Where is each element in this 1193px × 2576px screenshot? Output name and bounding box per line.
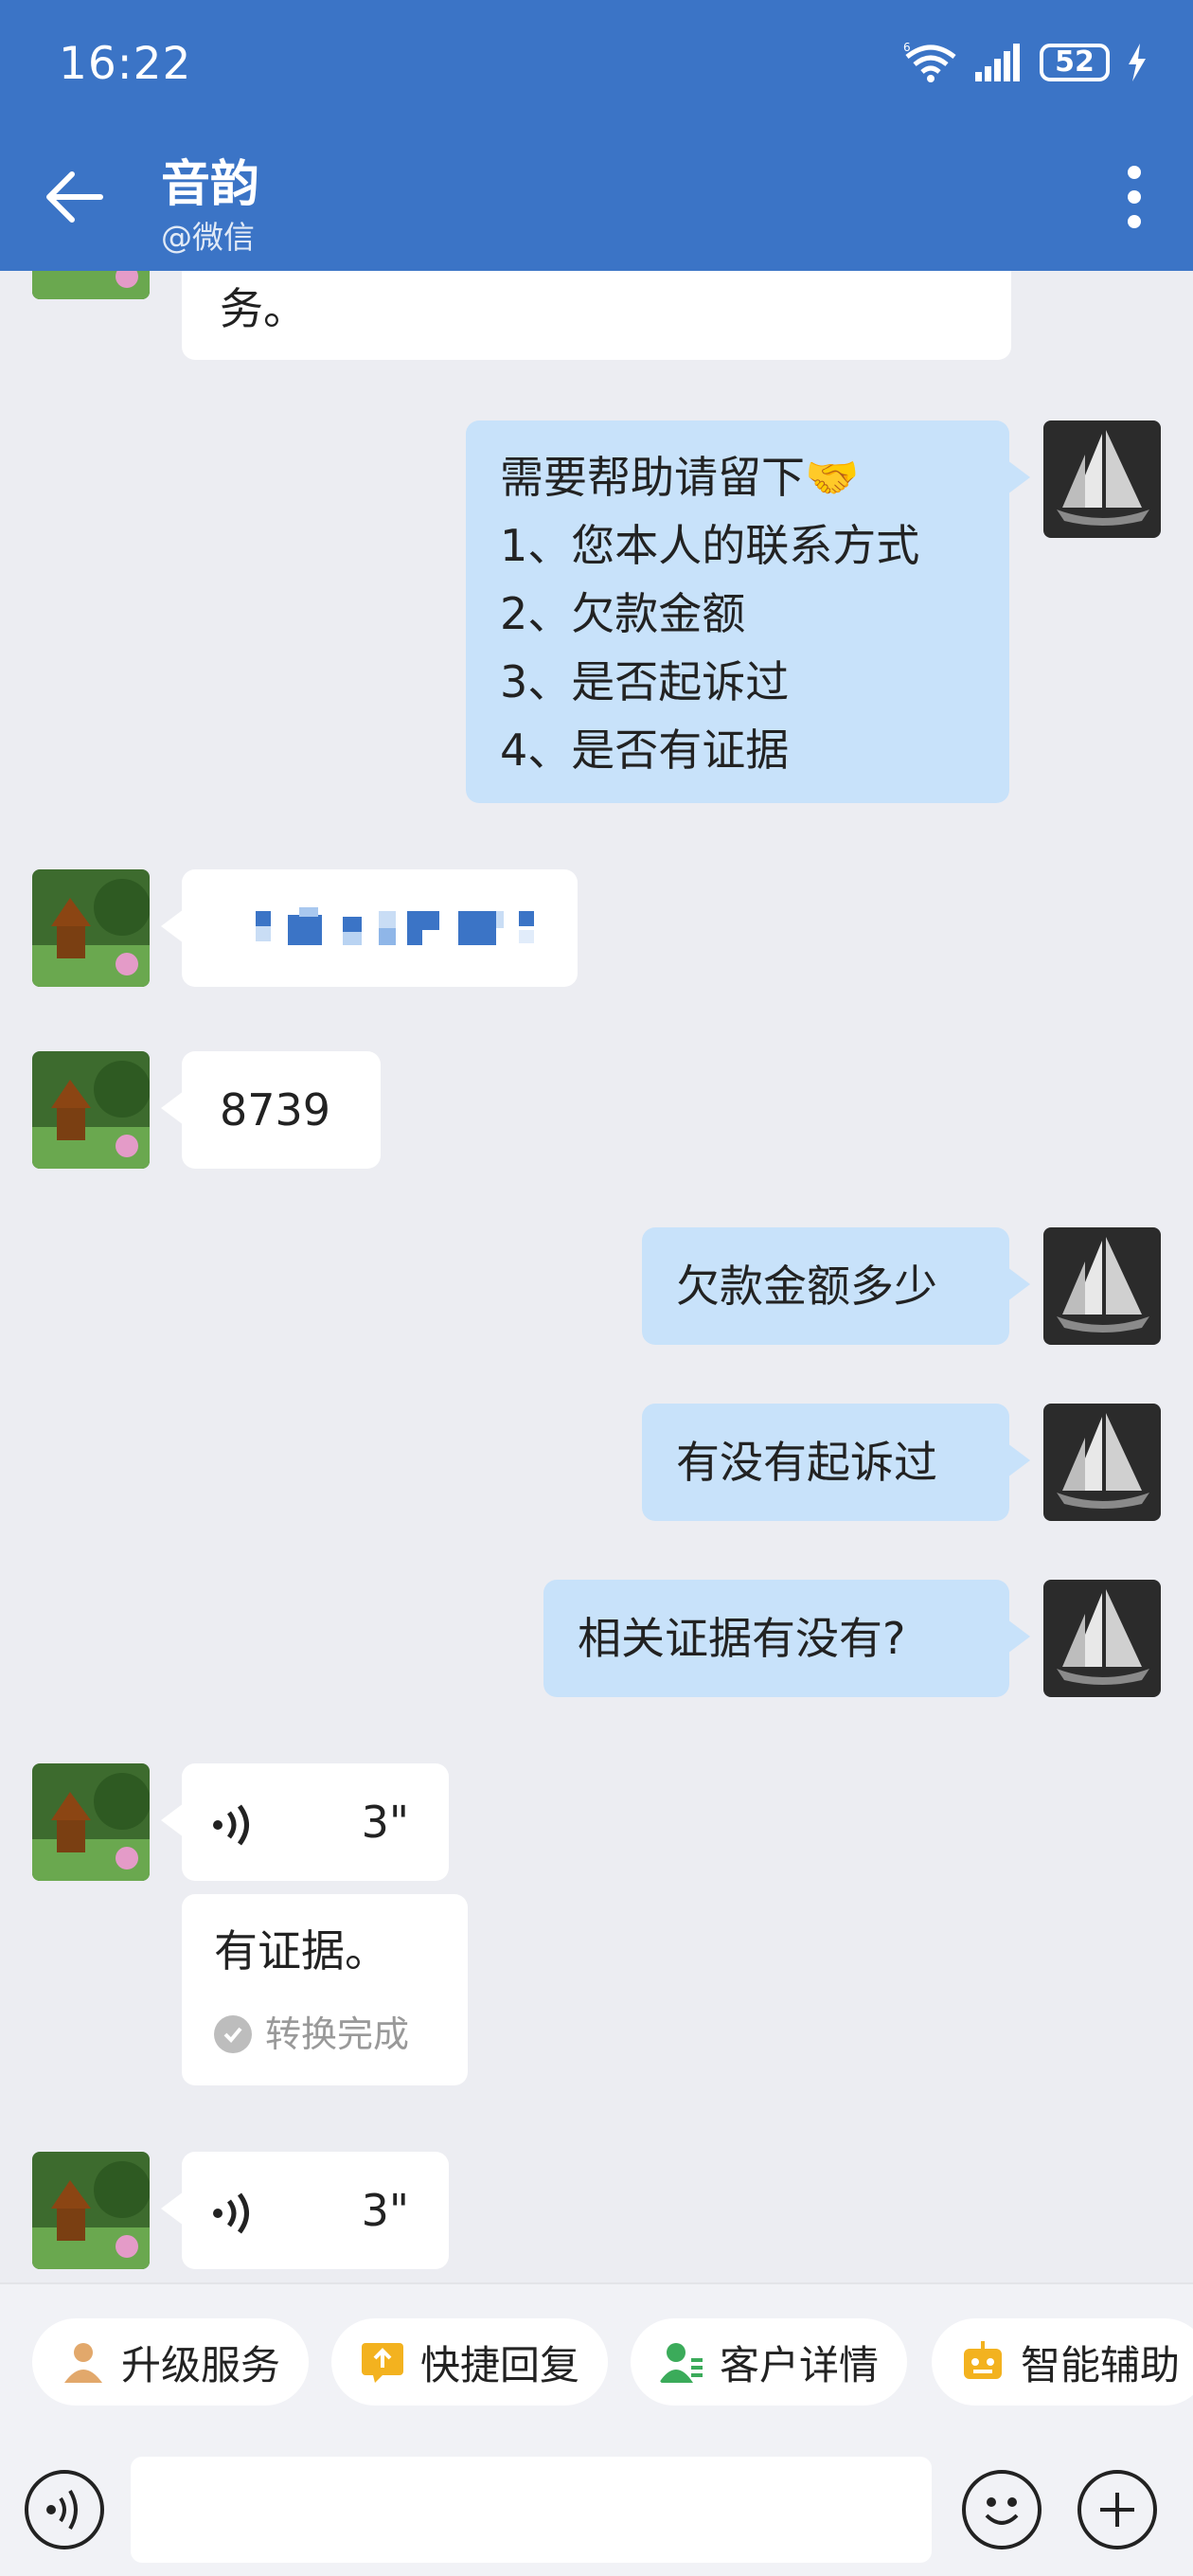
svg-text:6: 6 [903,42,911,54]
customer-detail-button[interactable]: 客户详情 [631,2318,908,2406]
top-bar: 16:22 6 52 音韵 @微信 [0,0,1193,271]
chat-area[interactable]: 务。 需要帮助请留下🤝 1、您本人的联系方式 2、欠款金额 3、是否起诉过 4、… [0,0,1193,2282]
more-functions-button[interactable] [1077,2470,1157,2549]
voice-duration: 3" [361,2185,409,2236]
status-icons: 6 52 [903,42,1148,83]
convert-status-text: 转换完成 [265,2013,410,2055]
message-text: 务。 [220,283,307,334]
message-text: 3、是否起诉过 [500,656,790,707]
transcript-bubble[interactable]: 有证据。 转换完成 [182,1894,468,2085]
message-bubble-outgoing[interactable]: 需要帮助请留下🤝 1、您本人的联系方式 2、欠款金额 3、是否起诉过 4、是否有… [466,420,1030,803]
transcript-text: 有证据。 [214,1925,388,1977]
contact-avatar[interactable] [32,1051,150,1169]
message-bubble-outgoing[interactable]: 有没有起诉过 [642,1404,1030,1521]
contact-source: @微信 [161,219,255,256]
more-options-icon[interactable] [1125,165,1144,229]
chip-label: 升级服务 [121,2341,281,2388]
signal-icon [975,44,1020,81]
message-text: 欠款金额多少 [676,1261,937,1312]
convert-status: 转换完成 [214,2000,468,2068]
charging-icon [1129,44,1146,81]
battery-indicator: 52 [1040,44,1110,81]
masked-phone-number [182,869,578,987]
smiley-icon [985,2497,1019,2525]
quick-reply-icon [362,2343,403,2383]
voice-icon [46,2489,78,2531]
my-avatar[interactable] [1043,1404,1161,1521]
voice-message-bubble[interactable]: 3" [161,2152,449,2269]
message-text: 1、您本人的联系方式 [500,520,920,571]
message-text: 4、是否有证据 [500,724,790,776]
voice-input-button[interactable] [25,2470,104,2549]
message-bubble-outgoing[interactable]: 相关证据有没有? [543,1580,1030,1697]
voice-duration: 3" [361,1797,409,1848]
quick-reply-button[interactable]: 快捷回复 [331,2318,609,2406]
input-bar [0,2442,1193,2576]
quick-actions-bar[interactable]: 升级服务 快捷回复 客户详情 智能辅助 [0,2282,1193,2443]
message-input[interactable] [131,2457,932,2563]
upgrade-service-button[interactable]: 升级服务 [32,2318,310,2406]
voice-wave-icon [213,2192,249,2234]
message-text: 有没有起诉过 [676,1437,937,1488]
my-avatar[interactable] [1043,1580,1161,1697]
contact-avatar[interactable] [32,869,150,987]
contact-avatar[interactable] [32,1763,150,1881]
message-bubble-incoming[interactable] [161,869,578,987]
contact-name: 音韵 [161,156,260,213]
emoji-button[interactable] [962,2470,1042,2549]
status-time: 16:22 [59,38,192,90]
chip-label: 快捷回复 [420,2341,580,2388]
message-bubble-incoming[interactable]: 务。 [182,256,1011,360]
ai-assist-icon [964,2341,1002,2379]
contact-avatar[interactable] [32,2152,150,2269]
my-avatar[interactable] [1043,1227,1161,1345]
plus-icon [1100,2493,1134,2527]
back-arrow-icon[interactable] [42,165,106,229]
my-avatar[interactable] [1043,420,1161,538]
message-text: 相关证据有没有? [578,1613,906,1664]
chip-label: 客户详情 [720,2341,880,2388]
message-bubble-incoming[interactable]: 8739 [161,1051,381,1169]
voice-message-bubble[interactable]: 3" [161,1763,449,1881]
voice-wave-icon [213,1804,249,1846]
message-bubble-outgoing[interactable]: 欠款金额多少 [642,1227,1030,1345]
wifi-icon: 6 [903,42,956,82]
ai-assist-button[interactable]: 智能辅助 [932,2318,1193,2406]
message-text: 需要帮助请留下🤝 [500,452,860,503]
person-upgrade-icon [64,2343,102,2383]
chip-label: 智能辅助 [1021,2341,1181,2388]
customer-detail-icon [659,2343,703,2383]
message-text: 2、欠款金额 [500,588,746,639]
message-text: 8739 [220,1084,331,1136]
check-icon [214,2015,252,2053]
